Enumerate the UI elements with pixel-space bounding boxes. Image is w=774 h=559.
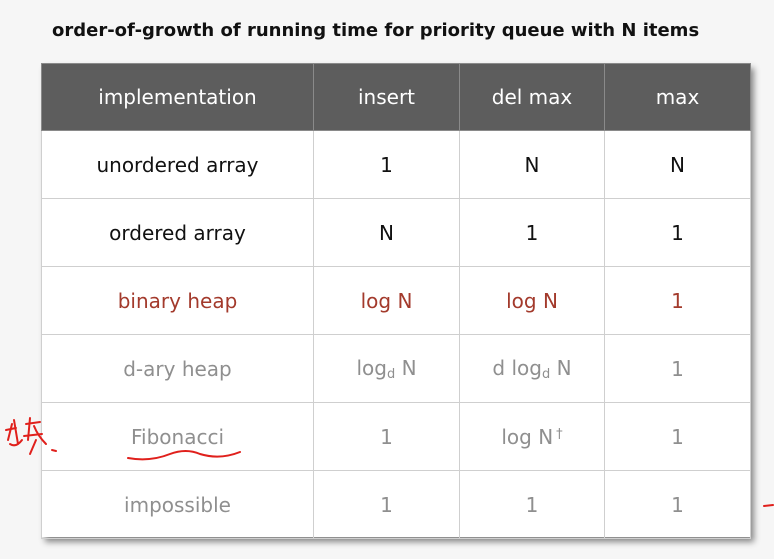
table-row: Fibonacci 1 log N † 1 [41,402,751,471]
header-insert: insert [313,63,460,131]
cell-insert: 1 [313,402,460,471]
table-header-row: implementation insert del max max [41,63,751,131]
cell-del-max: 1 [459,470,605,539]
annotation-mark-icon [763,504,774,507]
cell-del-max: log N [459,266,605,335]
delmax-subscript: d [541,366,551,382]
cell-max: 1 [604,266,751,335]
cell-del-max: d logd N [459,334,605,403]
cell-insert: N [313,198,460,267]
header-implementation: implementation [41,63,314,131]
cell-max: 1 [604,402,751,471]
table-row: ordered array N 1 1 [41,198,751,267]
cell-del-max: log N † [459,402,605,471]
cell-implementation: binary heap [41,266,314,335]
cell-del-max: 1 [459,198,605,267]
cell-implementation: impossible [41,470,314,539]
cell-implementation: unordered array [41,130,314,199]
priority-queue-table: implementation insert del max max unorde… [41,63,751,539]
delmax-base: d log [492,355,542,380]
table-row: unordered array 1 N N [41,130,751,199]
header-del-max: del max [459,63,605,131]
cell-insert: log N [313,266,460,335]
cell-insert: 1 [313,470,460,539]
dagger-footnote-mark: † [556,426,563,442]
table-row: impossible 1 1 1 [41,470,751,539]
page-title: order-of-growth of running time for prio… [52,20,700,41]
cell-implementation: ordered array [41,198,314,267]
cell-max: N [604,130,751,199]
cell-insert: logd N [313,334,460,403]
table-row: d-ary heap logd N d logd N 1 [41,334,751,403]
cell-del-max: N [459,130,605,199]
delmax-value: log N [501,424,554,449]
table-row: binary heap log N log N 1 [41,266,751,335]
cell-implementation: Fibonacci [41,402,314,471]
cell-max: 1 [604,470,751,539]
cell-insert: 1 [313,130,460,199]
cell-implementation: d-ary heap [41,334,314,403]
insert-base: log [356,355,387,380]
delmax-tail: N [550,355,572,380]
cell-max: 1 [604,198,751,267]
cell-max: 1 [604,334,751,403]
header-max: max [604,63,751,131]
insert-tail: N [395,355,417,380]
fibonacci-label: Fibonacci [130,424,225,449]
insert-subscript: d [386,366,396,382]
